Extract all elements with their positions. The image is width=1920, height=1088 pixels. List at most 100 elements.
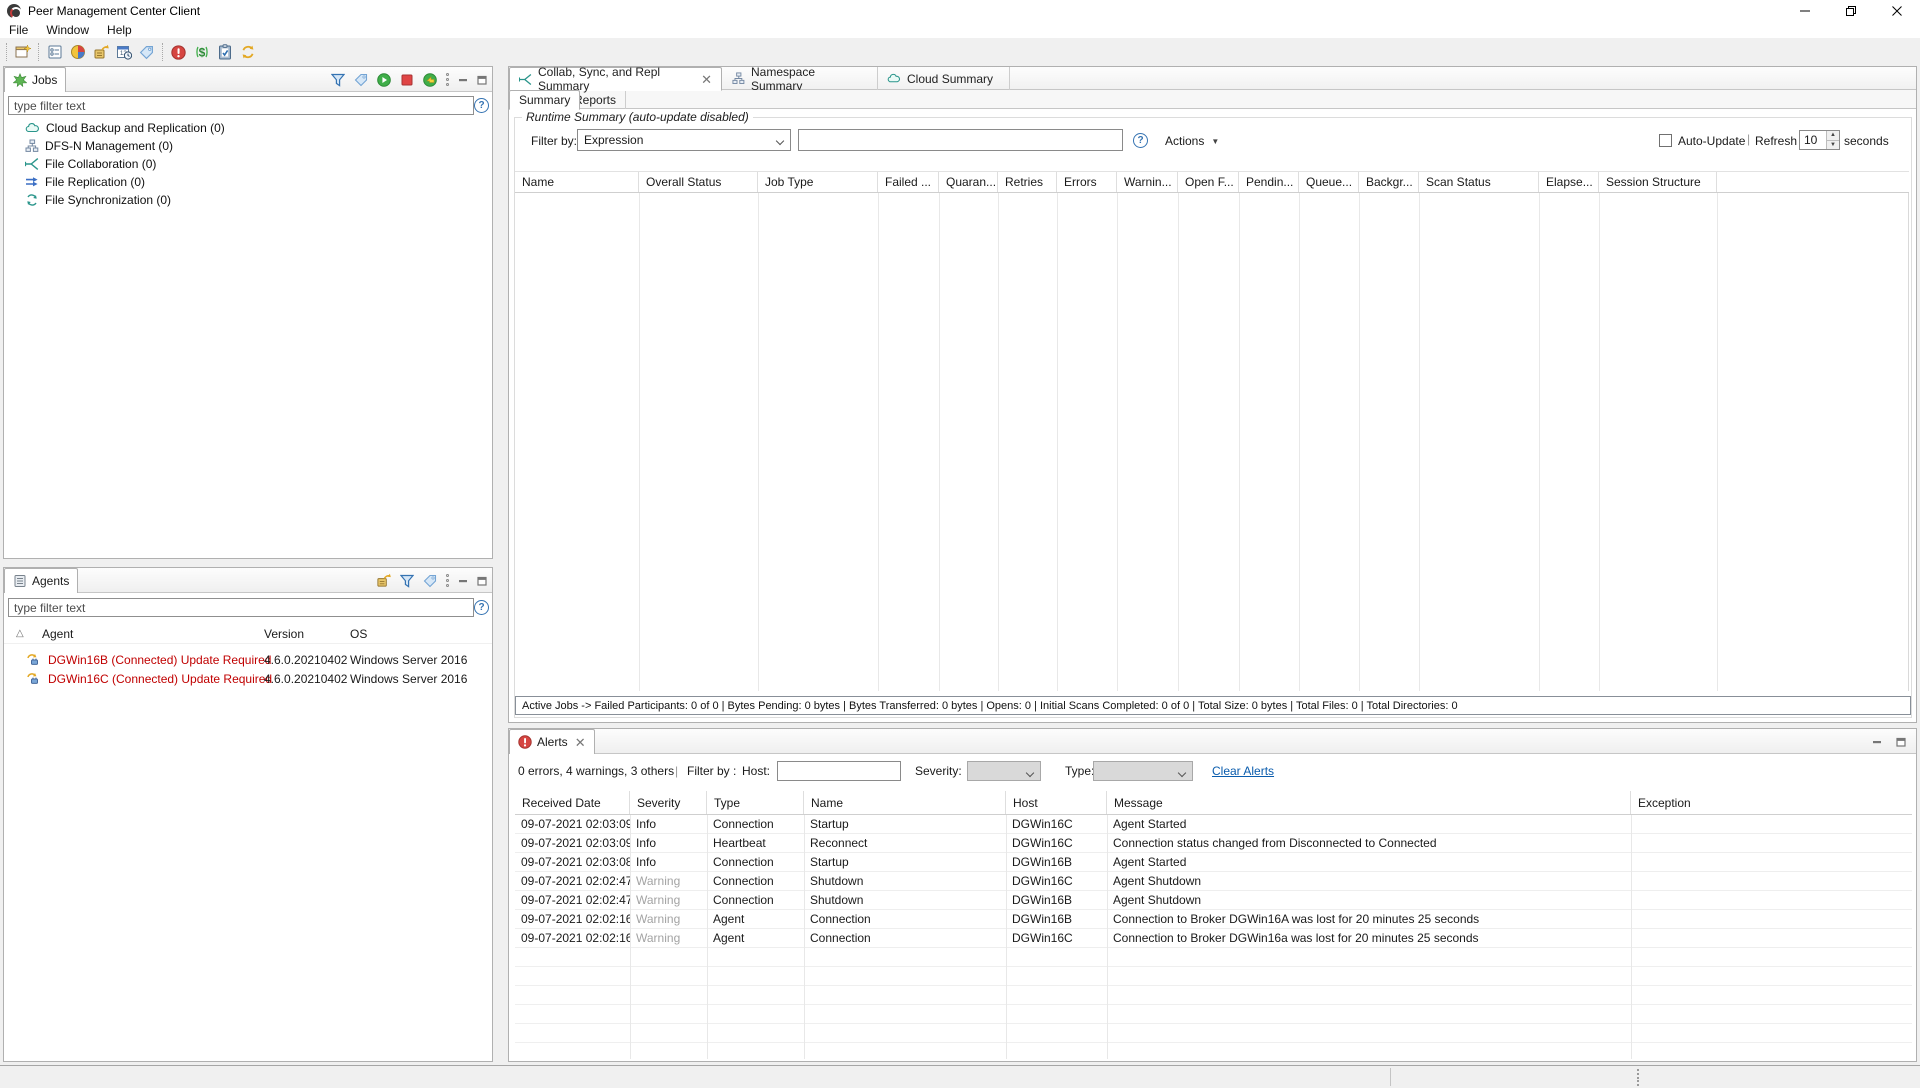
tree-item-file-collaboration[interactable]: File Collaboration (0) — [4, 155, 490, 173]
column-pending[interactable]: Pendin... — [1239, 172, 1299, 192]
column-severity[interactable]: Severity — [630, 791, 707, 814]
minimize-view-icon[interactable] — [458, 576, 468, 586]
column-agent[interactable]: Agent — [42, 627, 73, 641]
refresh-interval-spinner[interactable]: 10 ▲▼ — [1799, 130, 1840, 150]
column-errors[interactable]: Errors — [1057, 172, 1117, 192]
subtab-summary[interactable]: Summary — [509, 90, 580, 110]
tab-cloud-summary[interactable]: Cloud Summary — [878, 67, 1010, 90]
host-filter-input[interactable] — [777, 761, 901, 781]
start-job-icon[interactable] — [377, 73, 391, 87]
install-update-button[interactable] — [89, 41, 112, 64]
new-job-button[interactable] — [11, 41, 34, 64]
window-restore-button[interactable] — [1828, 0, 1874, 22]
minimize-view-icon[interactable] — [458, 75, 468, 85]
column-host[interactable]: Host — [1006, 791, 1107, 814]
column-message[interactable]: Message — [1107, 791, 1631, 814]
menu-window[interactable]: Window — [37, 22, 98, 38]
column-name[interactable]: Name — [515, 172, 639, 192]
alerts-button[interactable] — [167, 41, 190, 64]
drag-handle-icon[interactable] — [1636, 1069, 1640, 1086]
view-menu-icon[interactable] — [446, 73, 449, 86]
close-tab-icon[interactable]: ✕ — [575, 736, 586, 749]
minimize-view-icon[interactable] — [1872, 737, 1882, 747]
tab-agents[interactable]: Agents — [4, 568, 78, 593]
tab-jobs[interactable]: Jobs — [4, 67, 66, 92]
tab-namespace-summary[interactable]: Namespace Summary — [723, 67, 878, 90]
alert-row[interactable]: 09-07-2021 02:02:16WarningAgentConnectio… — [515, 910, 1912, 929]
auto-update-checkbox[interactable] — [1659, 134, 1672, 147]
menu-help[interactable]: Help — [98, 22, 141, 38]
alert-row[interactable]: 09-07-2021 02:02:47WarningConnectionShut… — [515, 891, 1912, 910]
jobs-filter-input[interactable] — [8, 96, 474, 115]
type-dropdown[interactable] — [1093, 761, 1193, 781]
tab-collab-sync-repl-summary[interactable]: Collab, Sync, and Repl Summary ✕ — [509, 67, 722, 91]
dashboard-button[interactable] — [66, 41, 89, 64]
agents-filter-help-icon[interactable]: ? — [474, 600, 489, 615]
column-exception[interactable]: Exception — [1631, 791, 1912, 814]
column-job-type[interactable]: Job Type — [758, 172, 878, 192]
filter-icon[interactable] — [331, 73, 345, 87]
restart-job-icon[interactable] — [423, 73, 437, 87]
alert-row[interactable]: 09-07-2021 02:03:09InfoConnectionStartup… — [515, 815, 1912, 834]
install-update-icon[interactable] — [376, 573, 391, 588]
clear-alerts-link[interactable]: Clear Alerts — [1212, 764, 1274, 778]
filter-help-icon[interactable]: ? — [1133, 133, 1148, 148]
tree-item-file-synchronization[interactable]: File Synchronization (0) — [4, 191, 490, 209]
column-elapsed[interactable]: Elapse... — [1539, 172, 1599, 192]
maximize-view-icon[interactable] — [477, 75, 487, 85]
column-background[interactable]: Backgr... — [1359, 172, 1419, 192]
column-failed[interactable]: Failed ... — [878, 172, 939, 192]
tag-button[interactable] — [135, 41, 158, 64]
actions-dropdown[interactable]: Actions ▼ — [1165, 134, 1219, 148]
alert-row[interactable]: 09-07-2021 02:02:47WarningConnectionShut… — [515, 872, 1912, 891]
expression-dropdown[interactable]: Expression — [577, 129, 791, 151]
tree-item-file-replication[interactable]: File Replication (0) — [4, 173, 490, 191]
filter-icon[interactable] — [400, 574, 414, 588]
severity-dropdown[interactable] — [967, 761, 1041, 781]
column-version[interactable]: Version — [264, 627, 304, 641]
jobs-filter-help-icon[interactable]: ? — [474, 98, 489, 113]
spin-up-icon[interactable]: ▲ — [1827, 131, 1839, 141]
close-tab-icon[interactable]: ✕ — [701, 73, 712, 86]
column-received-date[interactable]: Received Date — [515, 791, 630, 814]
window-minimize-button[interactable] — [1782, 0, 1828, 22]
tasks-button[interactable] — [213, 41, 236, 64]
schedule-button[interactable] — [112, 41, 135, 64]
agents-filter-input[interactable] — [8, 598, 474, 617]
jobs-view-button[interactable] — [43, 41, 66, 64]
maximize-view-icon[interactable] — [1896, 737, 1906, 747]
tree-item-dfs-n-management[interactable]: DFS-N Management (0) — [4, 137, 490, 155]
tag-icon[interactable] — [354, 73, 368, 87]
column-queued[interactable]: Queue... — [1299, 172, 1359, 192]
tab-alerts[interactable]: Alerts ✕ — [509, 729, 595, 754]
tag-icon[interactable] — [423, 574, 437, 588]
agent-row[interactable]: DGWin16C (Connected) Update Required 4.6… — [4, 669, 492, 688]
spinner-arrows[interactable]: ▲▼ — [1826, 131, 1839, 149]
spin-down-icon[interactable]: ▼ — [1827, 141, 1839, 150]
refresh-button[interactable] — [236, 41, 259, 64]
summary-table-body[interactable] — [515, 193, 1909, 691]
column-warnings[interactable]: Warnin... — [1117, 172, 1178, 192]
column-scan-status[interactable]: Scan Status — [1419, 172, 1539, 192]
agent-row[interactable]: DGWin16B (Connected) Update Required 4.6… — [4, 650, 492, 669]
column-type[interactable]: Type — [707, 791, 804, 814]
maximize-view-icon[interactable] — [477, 576, 487, 586]
start-agent-button[interactable] — [190, 41, 213, 64]
column-open-files[interactable]: Open F... — [1178, 172, 1239, 192]
column-os[interactable]: OS — [350, 627, 367, 641]
column-quarantined[interactable]: Quaran... — [939, 172, 998, 192]
view-menu-icon[interactable] — [446, 574, 449, 587]
column-name[interactable]: Name — [804, 791, 1006, 814]
alert-row[interactable]: 09-07-2021 02:03:08InfoConnectionStartup… — [515, 853, 1912, 872]
alert-row[interactable]: 09-07-2021 02:02:16WarningAgentConnectio… — [515, 929, 1912, 948]
stop-job-icon[interactable] — [400, 73, 414, 87]
expression-input[interactable] — [798, 129, 1123, 151]
column-session-structure[interactable]: Session Structure — [1599, 172, 1717, 192]
tree-item-cloud-backup[interactable]: Cloud Backup and Replication (0) — [4, 119, 490, 137]
column-overall-status[interactable]: Overall Status — [639, 172, 758, 192]
menu-file[interactable]: File — [0, 22, 37, 38]
alert-received-date: 09-07-2021 02:03:08 — [515, 853, 630, 871]
column-retries[interactable]: Retries — [998, 172, 1057, 192]
alert-row[interactable]: 09-07-2021 02:03:09InfoHeartbeatReconnec… — [515, 834, 1912, 853]
window-close-button[interactable] — [1874, 0, 1920, 22]
